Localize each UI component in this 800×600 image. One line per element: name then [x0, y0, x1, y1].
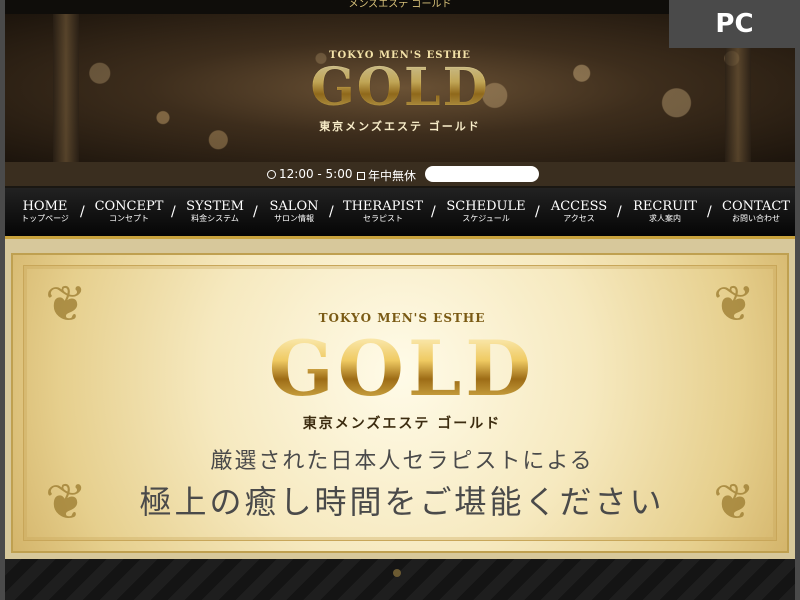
nav-item-label-jp: 料金システム — [191, 214, 239, 223]
bottom-ornament — [393, 569, 401, 577]
nav-separator: / — [329, 204, 334, 220]
nav-item-salon[interactable]: SALON サロン情報 — [265, 200, 323, 224]
hero-banner: ❦ ❦ ❦ ❦ TOKYO MEN'S ESTHE GOLD 東京メンズエステ … — [11, 253, 789, 553]
banner-tagline-1: 厳選された日本人セラピストによる — [210, 449, 594, 474]
banner-brand-en: TOKYO MEN'S ESTHE — [318, 311, 486, 325]
nav-item-therapist[interactable]: THERAPIST セラピスト — [341, 200, 425, 224]
nav-item-recruit[interactable]: RECRUIT 求人案内 — [629, 200, 701, 224]
nav-item-system[interactable]: SYSTEM 料金システム — [183, 200, 247, 224]
nav-item-label-en: HOME — [22, 199, 68, 214]
nav-item-label-jp: スケジュール — [462, 214, 510, 223]
nav-item-label-en: ACCESS — [550, 199, 608, 214]
nav-item-concept[interactable]: CONCEPT コンセプト — [93, 200, 165, 224]
main-nav: HOME トップページ / CONCEPT コンセプト / SYSTEM 料金シ… — [5, 188, 795, 239]
nav-separator: / — [431, 204, 436, 220]
banner-brand-jp: 東京メンズエステ ゴールド — [302, 416, 502, 432]
nav-item-schedule[interactable]: SCHEDULE スケジュール — [443, 200, 529, 224]
banner-logo: GOLD — [13, 327, 791, 411]
nav-separator: / — [535, 204, 540, 220]
banner-tagline-2: 極上の癒し時間をご堪能ください — [139, 483, 665, 521]
nav-separator: / — [617, 204, 622, 220]
pc-badge: PC — [669, 0, 800, 48]
hero-section: ❦ ❦ ❦ ❦ TOKYO MEN'S ESTHE GOLD 東京メンズエステ … — [5, 239, 795, 559]
nav-item-label-en: SYSTEM — [186, 199, 244, 214]
holiday-text: 年中無休 — [368, 169, 417, 183]
hours-item: 12:00 - 5:00 — [267, 167, 353, 181]
bottom-pattern — [5, 559, 795, 600]
nav-item-label-jp: アクセス — [563, 214, 595, 223]
header-logo[interactable]: GOLD — [5, 58, 795, 118]
nav-separator: / — [80, 204, 85, 220]
nav-item-home[interactable]: HOME トップページ — [15, 200, 75, 224]
nav-item-label-jp: トップページ — [21, 214, 69, 223]
nav-item-label-jp: セラピスト — [363, 214, 403, 223]
clock-icon — [267, 169, 276, 179]
header-brand-jp: 東京メンズエステ ゴールド — [319, 120, 481, 133]
info-bar: 12:00 - 5:00 年中無休 — [5, 162, 795, 186]
search-input[interactable] — [425, 166, 539, 182]
nav-item-label-en: CONCEPT — [94, 199, 164, 214]
nav-item-label-jp: コンセプト — [109, 214, 149, 223]
calendar-icon — [357, 171, 365, 180]
nav-separator: / — [171, 204, 176, 220]
nav-item-label-en: SALON — [269, 199, 319, 214]
nav-item-label-en: RECRUIT — [633, 199, 697, 214]
nav-separator: / — [707, 204, 712, 220]
nav-item-access[interactable]: ACCESS アクセス — [547, 200, 611, 224]
nav-item-contact[interactable]: CONTACT お問い合わせ — [719, 200, 793, 224]
nav-separator: / — [253, 204, 258, 220]
page: メンズエステ ゴールド TOKYO MEN'S ESTHE GOLD 東京メンズ… — [5, 0, 795, 600]
nav-item-label-en: CONTACT — [722, 199, 790, 214]
nav-item-label-jp: 求人案内 — [649, 214, 681, 223]
top-strip-text: メンズエステ ゴールド — [348, 0, 452, 10]
nav-item-label-jp: お問い合わせ — [732, 214, 780, 223]
nav-item-label-jp: サロン情報 — [274, 214, 314, 223]
holiday-item: 年中無休 — [357, 167, 416, 184]
nav-item-label-en: SCHEDULE — [446, 199, 526, 214]
nav-item-label-en: THERAPIST — [342, 199, 424, 214]
hours-text: 12:00 - 5:00 — [279, 167, 353, 181]
